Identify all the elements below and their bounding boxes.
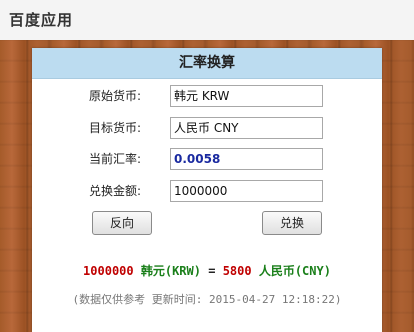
conversion-result: 1000000 韩元(KRW) = 5800 人民币(CNY) [32,262,382,279]
result-from-currency: 韩元(KRW) [140,264,201,278]
panel-heading: 汇率换算 [32,48,382,79]
source-currency-label: 原始货币: [89,89,142,103]
target-currency-label: 目标货币: [89,121,142,135]
rate-label: 当前汇率: [89,152,142,166]
app-title: 百度应用 [9,11,74,29]
result-to-currency: 人民币(CNY) [258,264,331,278]
rate-field: 0.0058 [170,148,323,170]
reverse-button[interactable]: 反向 [92,211,152,235]
target-currency-select[interactable]: 人民币 CNY [170,117,323,139]
amount-label: 兑换金额: [89,184,142,198]
result-equals: = [208,264,216,278]
result-converted: 5800 [222,264,252,278]
exchange-rate-panel: 汇率换算 原始货币: 韩元 KRW 目标货币: 人民币 CNY 当前汇率: 0.… [32,48,382,332]
source-currency-select[interactable]: 韩元 KRW [170,85,323,107]
convert-button[interactable]: 兑换 [262,211,322,235]
update-time-note: (数据仅供参考 更新时间: 2015-04-27 12:18:22) [72,293,342,306]
result-amount: 1000000 [83,264,134,278]
app-header: 百度应用 [0,0,414,40]
amount-input[interactable]: 1000000 [170,180,323,202]
